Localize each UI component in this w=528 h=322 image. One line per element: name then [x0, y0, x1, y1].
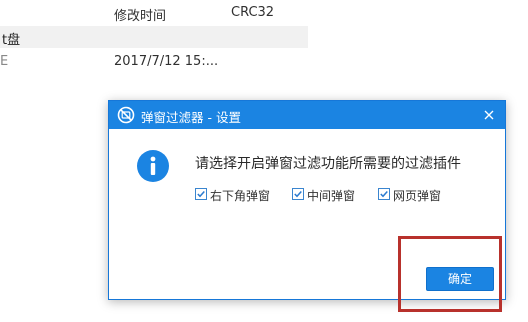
- checkbox-bottom-right-popup[interactable]: [195, 188, 207, 200]
- checkmark-icon: [380, 190, 388, 198]
- no-popup-icon: [117, 106, 135, 124]
- group-row-label: t盘: [2, 33, 21, 48]
- close-button[interactable]: [477, 103, 501, 127]
- checkbox-center-popup[interactable]: [292, 188, 304, 200]
- dialog-title: 弹窗过滤器 - 设置: [141, 110, 241, 125]
- checkbox-webpage-popup[interactable]: [378, 188, 390, 200]
- file-row-modified: 2017/7/12 15:...: [114, 54, 219, 69]
- option-label: 网页弹窗: [393, 189, 442, 203]
- dialog-prompt: 请选择开启弹窗过滤功能所需要的过滤插件: [195, 156, 461, 172]
- highlight-annotation-box: [398, 236, 502, 312]
- file-group-row[interactable]: t盘: [0, 26, 308, 48]
- file-list-background: 修改时间 CRC32 t盘 E 2017/7/12 15:...: [0, 0, 528, 100]
- dialog-titlebar[interactable]: 弹窗过滤器 - 设置: [109, 101, 505, 129]
- info-icon: [136, 149, 170, 183]
- column-header-crc32[interactable]: CRC32: [231, 5, 274, 20]
- column-header-modified[interactable]: 修改时间: [114, 5, 166, 24]
- file-row-name-fragment: E: [0, 54, 9, 69]
- close-icon: [484, 110, 494, 120]
- option-label: 中间弹窗: [307, 189, 356, 203]
- checkmark-icon: [294, 190, 302, 198]
- file-row[interactable]: E 2017/7/12 15:...: [0, 52, 528, 74]
- option-label: 右下角弹窗: [210, 189, 271, 203]
- checkmark-icon: [197, 190, 205, 198]
- file-list-header: 修改时间 CRC32: [0, 0, 528, 24]
